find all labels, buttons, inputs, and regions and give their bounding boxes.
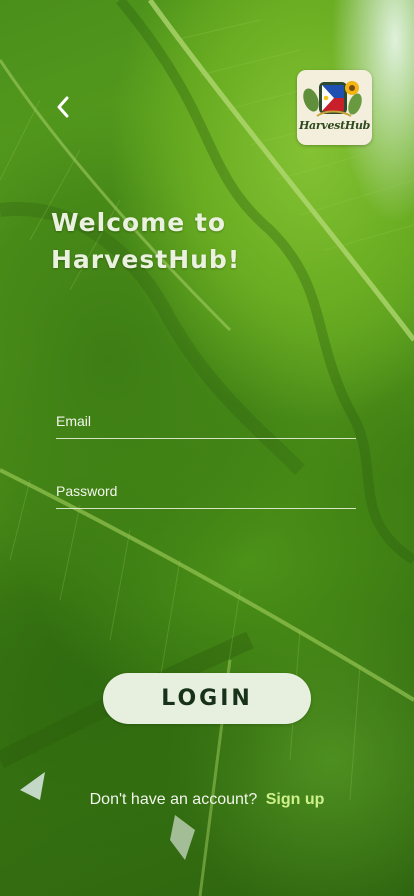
logo-wordmark: HarvestHub — [298, 119, 371, 132]
signup-link[interactable]: Sign up — [266, 791, 325, 808]
password-field[interactable] — [56, 476, 356, 506]
chevron-left-icon — [57, 96, 69, 118]
back-button[interactable] — [48, 92, 78, 122]
welcome-heading: Welcome to HarvestHub! — [51, 204, 311, 278]
philippine-flag-sunflower-icon — [303, 81, 362, 117]
welcome-line-1: Welcome to — [51, 208, 227, 237]
signup-prompt: Don't have an account? Sign up — [0, 791, 414, 809]
email-field[interactable] — [56, 406, 356, 436]
welcome-line-2: HarvestHub! — [51, 245, 241, 274]
app-logo: HarvestHub — [297, 70, 372, 145]
password-field-container — [56, 476, 356, 509]
signup-prompt-text: Don't have an account? — [89, 791, 258, 808]
login-button[interactable]: LOGIN — [103, 673, 311, 724]
email-field-container — [56, 406, 356, 439]
